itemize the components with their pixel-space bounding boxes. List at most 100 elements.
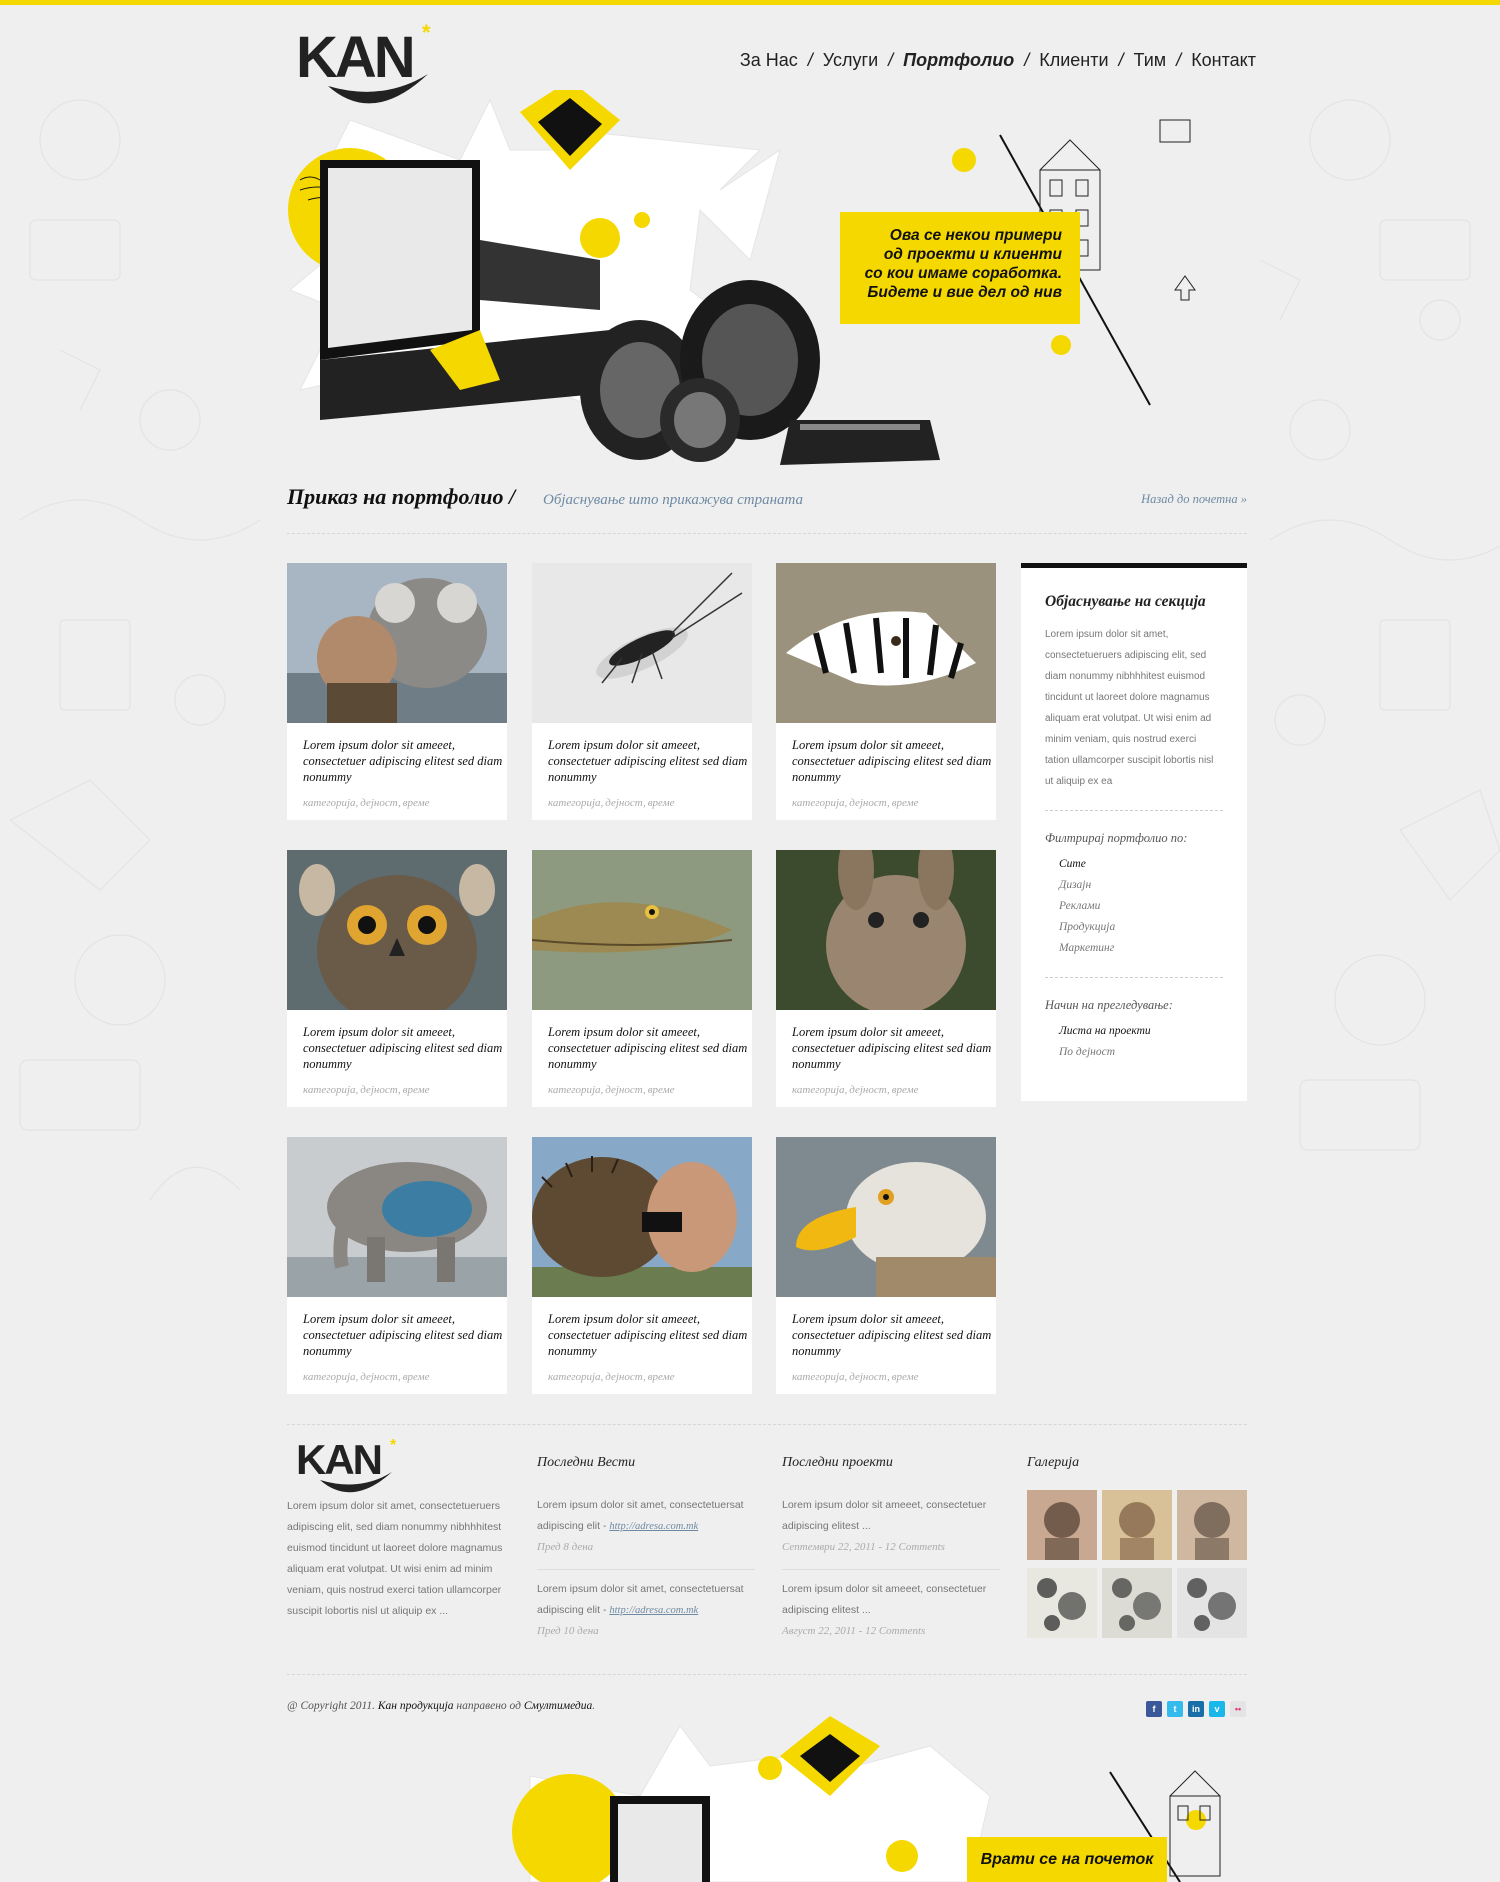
- project-item[interactable]: Lorem ipsum dolor sit ameeet, consectetu…: [782, 1495, 1000, 1537]
- nav-item-services[interactable]: Услуги: [823, 50, 878, 71]
- portfolio-thumbnail[interactable]: [287, 563, 507, 723]
- portfolio-card-tag[interactable]: време: [648, 1084, 675, 1096]
- twitter-icon[interactable]: t: [1167, 1701, 1183, 1717]
- portfolio-card-tag[interactable]: време: [892, 797, 919, 809]
- filter-design[interactable]: Дизајн: [1059, 875, 1223, 896]
- portfolio-card[interactable]: Lorem ipsum dolor sit ameeet, consectetu…: [532, 850, 752, 1107]
- copyright-company[interactable]: Кан продукција: [378, 1700, 454, 1712]
- portfolio-card-tag[interactable]: време: [403, 1371, 430, 1383]
- filter-marketing[interactable]: Маркетинг: [1059, 938, 1223, 959]
- portfolio-card-tag[interactable]: време: [403, 797, 430, 809]
- portfolio-card-title[interactable]: Lorem ipsum dolor sit ameeet, consectetu…: [548, 1311, 748, 1359]
- portfolio-card-tag[interactable]: категорија,: [303, 1084, 358, 1096]
- portfolio-card-tag[interactable]: категорија,: [548, 1371, 603, 1383]
- svg-text:*: *: [390, 1437, 397, 1454]
- footer-logo[interactable]: KAN *: [296, 1436, 406, 1496]
- vimeo-icon[interactable]: v: [1209, 1701, 1225, 1717]
- portfolio-card[interactable]: Lorem ipsum dolor sit ameeet, consectetu…: [776, 850, 996, 1107]
- news-item-link[interactable]: http://adresa.com.mk: [609, 1521, 698, 1532]
- portfolio-card[interactable]: Lorem ipsum dolor sit ameeet, consectetu…: [287, 850, 507, 1107]
- portfolio-thumbnail[interactable]: [776, 1137, 996, 1297]
- nav-item-about[interactable]: За Нас: [740, 50, 798, 71]
- portfolio-card-title[interactable]: Lorem ipsum dolor sit ameeet, consectetu…: [548, 1024, 748, 1072]
- nav-item-portfolio[interactable]: Портфолио: [903, 50, 1014, 71]
- portfolio-card[interactable]: Lorem ipsum dolor sit ameeet, consectetu…: [532, 563, 752, 820]
- nav-item-team[interactable]: Тим: [1134, 50, 1167, 71]
- copyright-agency[interactable]: Смултимедиа: [524, 1700, 592, 1712]
- portfolio-card-tag[interactable]: категорија,: [548, 1084, 603, 1096]
- portfolio-thumbnail[interactable]: [532, 563, 752, 723]
- portfolio-card-tag[interactable]: време: [892, 1371, 919, 1383]
- portfolio-card[interactable]: Lorem ipsum dolor sit ameeet, consectetu…: [532, 1137, 752, 1394]
- portfolio-thumbnail[interactable]: [776, 850, 996, 1010]
- portfolio-card-tag[interactable]: категорија,: [792, 797, 847, 809]
- portfolio-card-tag[interactable]: категорија,: [303, 1371, 358, 1383]
- portfolio-card-tag[interactable]: време: [648, 797, 675, 809]
- portfolio-card-meta: категорија, дејност, време: [303, 1371, 432, 1383]
- portfolio-card-tag[interactable]: време: [648, 1371, 675, 1383]
- svg-text:*: *: [422, 24, 431, 45]
- portfolio-card-tag[interactable]: време: [892, 1084, 919, 1096]
- portfolio-card-tag[interactable]: дејност,: [849, 1371, 889, 1383]
- nav-item-contact[interactable]: Контакт: [1191, 50, 1256, 71]
- portfolio-card[interactable]: Lorem ipsum dolor sit ameeet, consectetu…: [287, 563, 507, 820]
- back-home-link[interactable]: Назад до почетна »: [1141, 492, 1247, 507]
- filter-all[interactable]: Сите: [1059, 854, 1223, 875]
- filter-production[interactable]: Продукција: [1059, 917, 1223, 938]
- project-item[interactable]: Lorem ipsum dolor sit ameeet, consectetu…: [782, 1579, 1000, 1621]
- facebook-icon[interactable]: f: [1146, 1701, 1162, 1717]
- project-item-date: Септември 22, 2011 - 12 Comments: [782, 1541, 945, 1553]
- portfolio-card-tag[interactable]: категорија,: [792, 1371, 847, 1383]
- footer-logo-smile-icon: *: [320, 1437, 397, 1493]
- gallery-thumbnail[interactable]: [1102, 1568, 1172, 1638]
- portfolio-card-tag[interactable]: дејност,: [360, 1084, 400, 1096]
- project-item-text: Lorem ipsum dolor sit ameeet, consectetu…: [782, 1499, 987, 1532]
- sidebar-description: Lorem ipsum dolor sit amet, consectetuer…: [1045, 624, 1223, 811]
- portfolio-card[interactable]: Lorem ipsum dolor sit ameeet, consectetu…: [776, 1137, 996, 1394]
- gallery-thumbnail[interactable]: [1027, 1568, 1097, 1638]
- portfolio-card-tag[interactable]: дејност,: [605, 797, 645, 809]
- portfolio-card-tag[interactable]: категорија,: [548, 797, 603, 809]
- portfolio-card-tag[interactable]: дејност,: [605, 1084, 645, 1096]
- portfolio-card-tag[interactable]: категорија,: [792, 1084, 847, 1096]
- portfolio-card-tag[interactable]: дејност,: [849, 1084, 889, 1096]
- view-by-activity[interactable]: По дејност: [1059, 1042, 1223, 1063]
- portfolio-card-title[interactable]: Lorem ipsum dolor sit ameeet, consectetu…: [303, 1024, 503, 1072]
- linkedin-icon[interactable]: in: [1188, 1701, 1204, 1717]
- portfolio-card-meta: категорија, дејност, време: [548, 1084, 677, 1096]
- portfolio-card-tag[interactable]: дејност,: [360, 1371, 400, 1383]
- portfolio-card-title[interactable]: Lorem ipsum dolor sit ameeet, consectetu…: [792, 737, 992, 785]
- news-item-link[interactable]: http://adresa.com.mk: [609, 1605, 698, 1616]
- portfolio-card-tag[interactable]: време: [403, 1084, 430, 1096]
- portfolio-card[interactable]: Lorem ipsum dolor sit ameeet, consectetu…: [776, 563, 996, 820]
- back-to-top-button[interactable]: Врати се на почеток: [967, 1837, 1167, 1882]
- portfolio-card-tag[interactable]: категорија,: [303, 797, 358, 809]
- filter-ads[interactable]: Реклами: [1059, 896, 1223, 917]
- view-list: Листа на проекти По дејност: [1045, 1021, 1223, 1081]
- portfolio-card-title[interactable]: Lorem ipsum dolor sit ameeet, consectetu…: [303, 737, 503, 785]
- flickr-icon[interactable]: ••: [1230, 1701, 1246, 1717]
- gallery-thumbnail[interactable]: [1177, 1490, 1247, 1560]
- hero-banner: Ова се некои примери од проекти и клиент…: [280, 80, 1260, 470]
- portfolio-thumbnail[interactable]: [287, 1137, 507, 1297]
- portfolio-card-meta: категорија, дејност, време: [548, 1371, 677, 1383]
- portfolio-thumbnail[interactable]: [287, 850, 507, 1010]
- news-item-date: Пред 8 дена: [537, 1541, 594, 1553]
- portfolio-card[interactable]: Lorem ipsum dolor sit ameeet, consectetu…: [287, 1137, 507, 1394]
- gallery-thumbnail[interactable]: [1027, 1490, 1097, 1560]
- gallery-thumbnail[interactable]: [1177, 1568, 1247, 1638]
- gallery-thumbnail[interactable]: [1102, 1490, 1172, 1560]
- portfolio-card-tag[interactable]: дејност,: [605, 1371, 645, 1383]
- portfolio-card-title[interactable]: Lorem ipsum dolor sit ameeet, consectetu…: [792, 1024, 992, 1072]
- portfolio-card-tag[interactable]: дејност,: [849, 797, 889, 809]
- nav-item-clients[interactable]: Клиенти: [1039, 50, 1108, 71]
- portfolio-thumbnail[interactable]: [532, 1137, 752, 1297]
- portfolio-card-title[interactable]: Lorem ipsum dolor sit ameeet, consectetu…: [303, 1311, 503, 1359]
- portfolio-thumbnail[interactable]: [532, 850, 752, 1010]
- portfolio-card-tag[interactable]: дејност,: [360, 797, 400, 809]
- view-project-list[interactable]: Листа на проекти: [1059, 1021, 1223, 1042]
- project-item-date: Август 22, 2011 - 12 Comments: [782, 1625, 926, 1637]
- portfolio-card-title[interactable]: Lorem ipsum dolor sit ameeet, consectetu…: [548, 737, 748, 785]
- portfolio-thumbnail[interactable]: [776, 563, 996, 723]
- portfolio-card-title[interactable]: Lorem ipsum dolor sit ameeet, consectetu…: [792, 1311, 992, 1359]
